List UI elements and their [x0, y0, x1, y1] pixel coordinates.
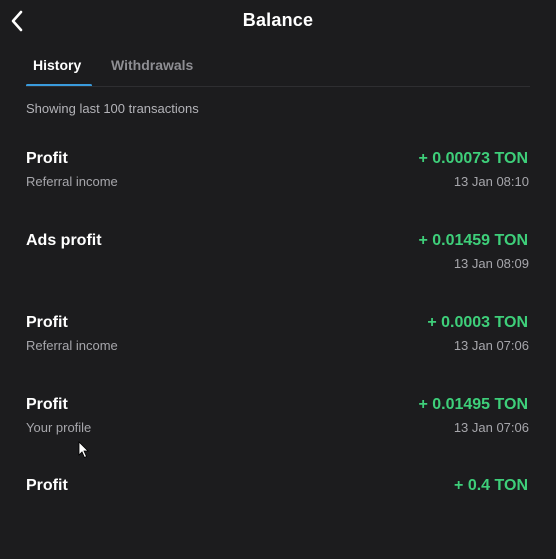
transaction-source: Referral income — [26, 174, 118, 189]
transaction-time: 13 Jan 07:06 — [453, 338, 529, 353]
transaction-amount: + 0.01495 TON — [418, 396, 528, 413]
transaction-amount: + 0.4 TON — [454, 477, 528, 494]
transaction-title: Profit — [26, 477, 68, 494]
transaction-row[interactable]: Profit Referral income + 0.0003 TON 13 J… — [0, 314, 556, 396]
transaction-time: 13 Jan 08:09 — [453, 256, 529, 271]
transaction-source: Referral income — [26, 338, 118, 353]
transaction-amount: + 0.01459 TON — [418, 232, 528, 249]
transaction-title: Ads profit — [26, 232, 102, 249]
transaction-source: Your profile — [26, 420, 92, 435]
transaction-list: Profit Referral income + 0.00073 TON 13 … — [0, 0, 556, 503]
transaction-title: Profit — [26, 314, 68, 331]
transaction-row[interactable]: Profit Your profile + 0.01495 TON 13 Jan… — [0, 396, 556, 478]
transaction-row[interactable]: Profit Referral income + 0.00073 TON 13 … — [0, 150, 556, 232]
transaction-row[interactable]: Ads profit + 0.01459 TON 13 Jan 08:09 — [0, 232, 556, 314]
transaction-time: 13 Jan 08:10 — [453, 174, 529, 189]
transaction-amount: + 0.00073 TON — [418, 150, 528, 167]
transaction-row[interactable]: Profit + 0.4 TON — [0, 477, 556, 559]
transaction-amount: + 0.0003 TON — [427, 314, 528, 331]
transaction-title: Profit — [26, 150, 68, 167]
transaction-time: 13 Jan 07:06 — [453, 420, 529, 435]
mouse-cursor-icon — [78, 441, 89, 459]
transaction-title: Profit — [26, 396, 68, 413]
